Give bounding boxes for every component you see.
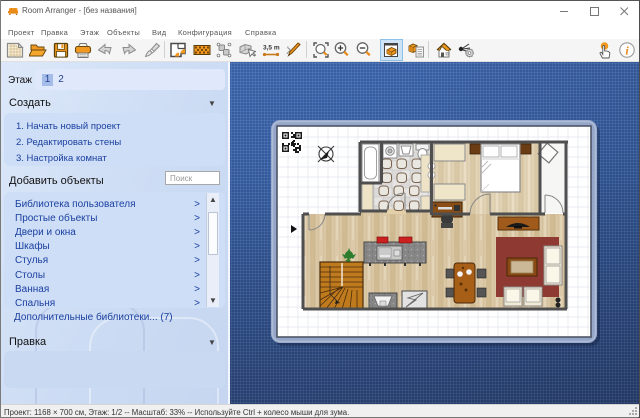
svg-text:3,5 m: 3,5 m [263, 45, 280, 52]
